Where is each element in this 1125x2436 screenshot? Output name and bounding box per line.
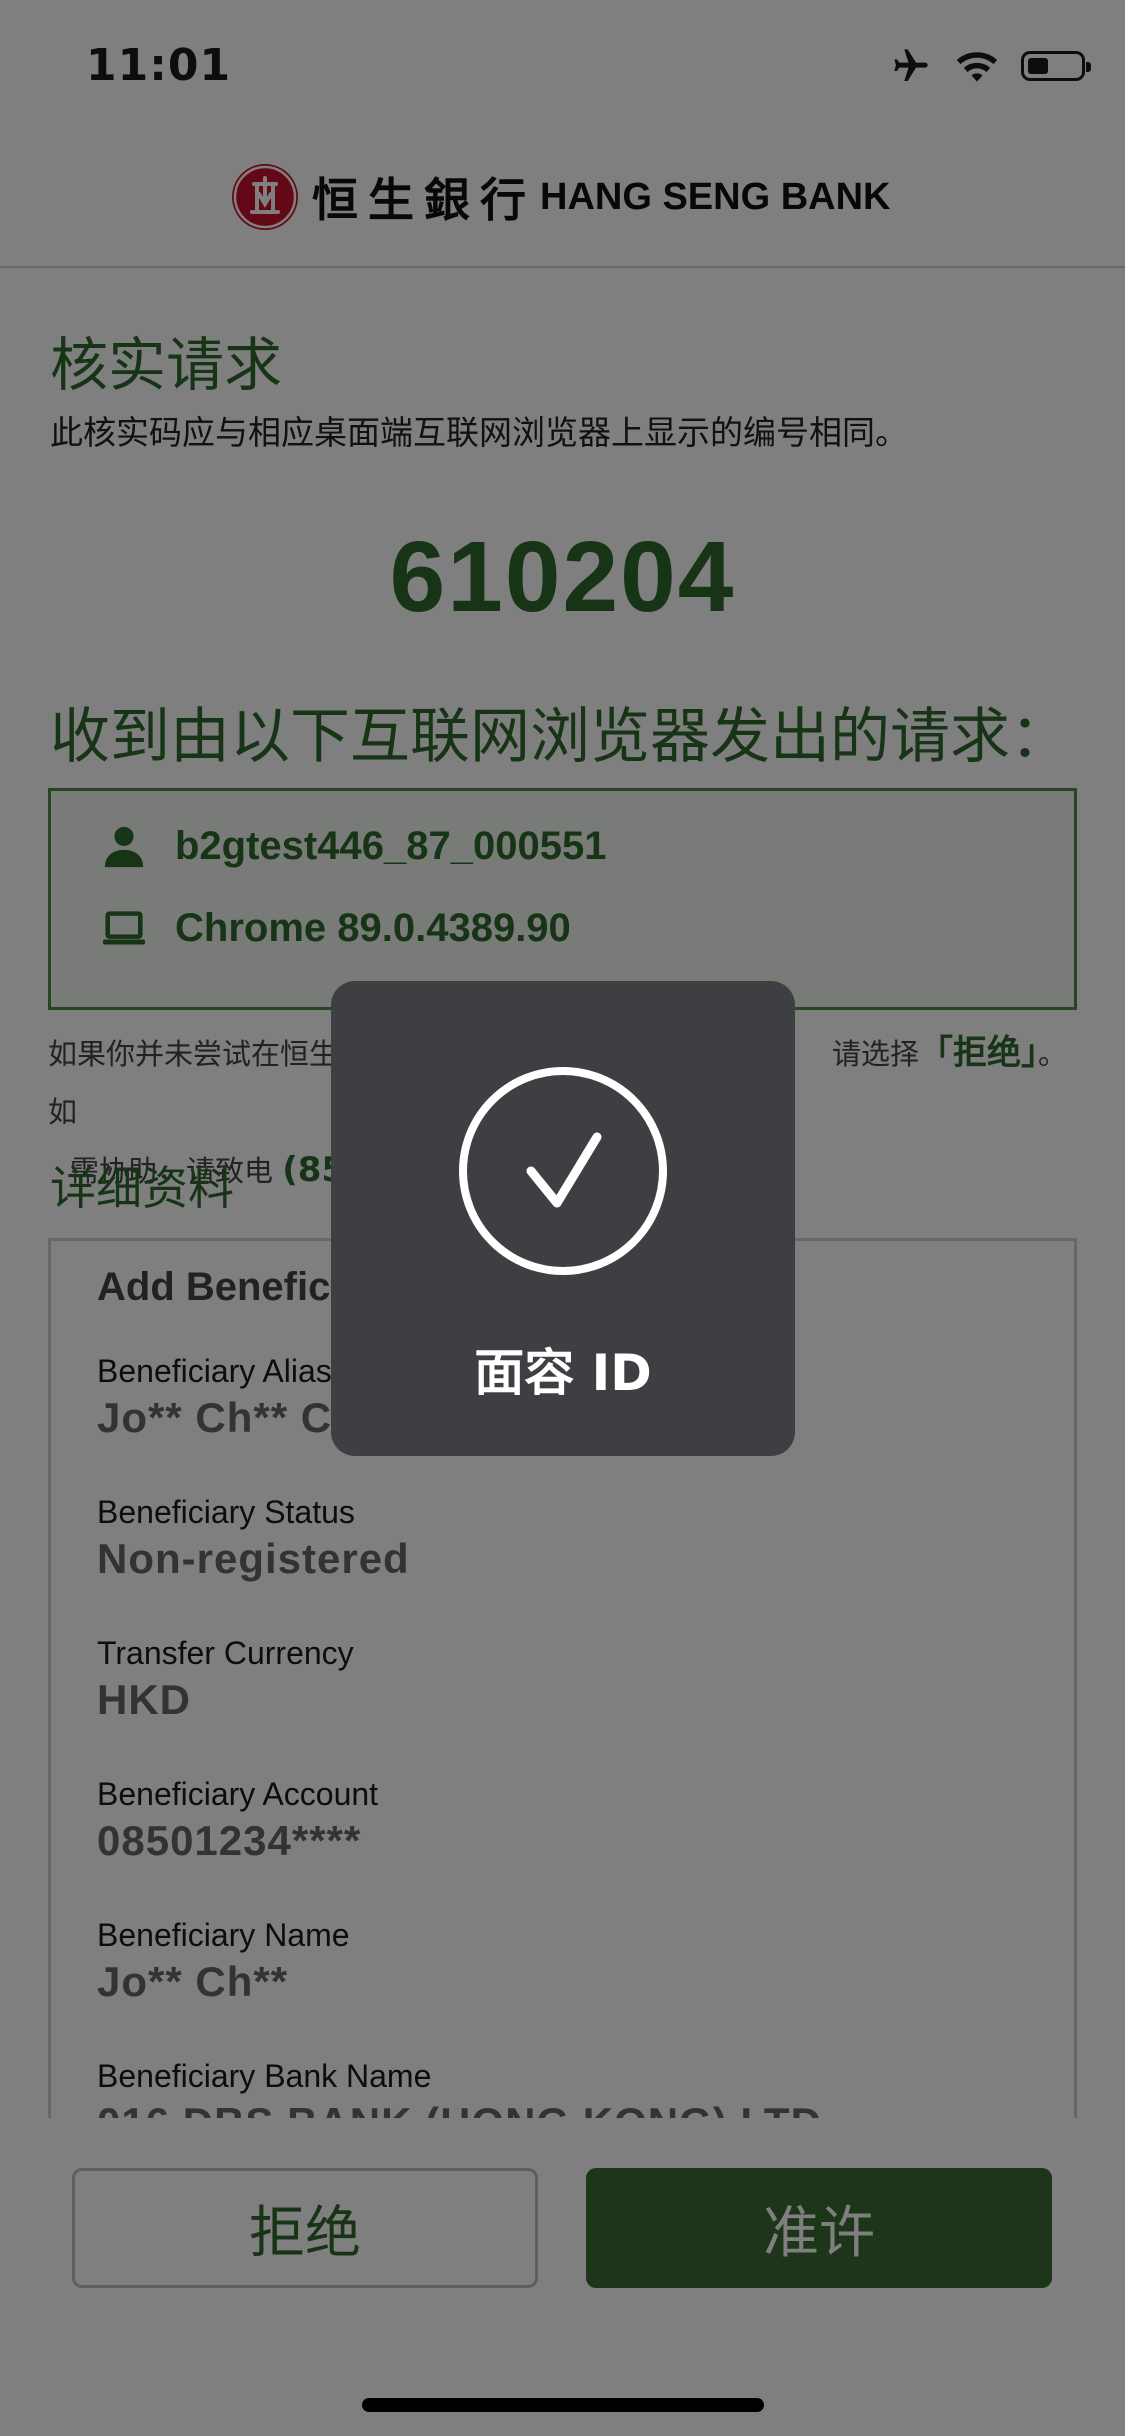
faceid-dialog: 面容 ID [331,981,795,1456]
faceid-label: 面容 ID [474,1344,652,1402]
checkmark-icon [526,1132,602,1208]
faceid-ring [459,1067,667,1275]
